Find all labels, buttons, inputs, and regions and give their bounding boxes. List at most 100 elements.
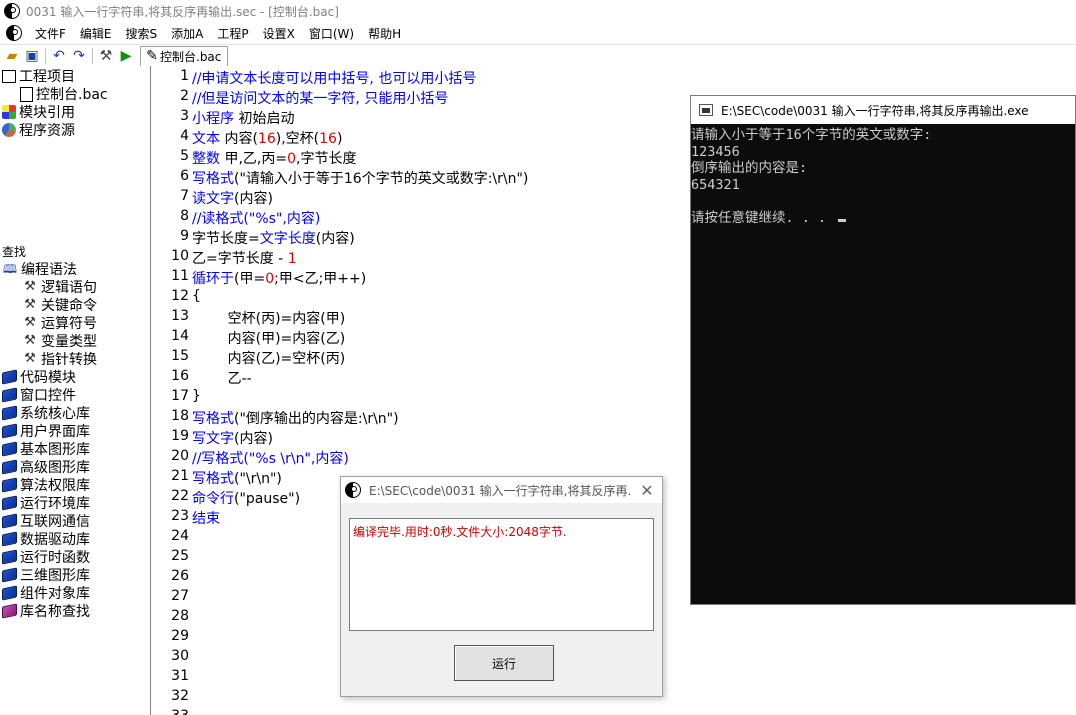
code-line[interactable]: 整数 甲,乙,丙=0,字节长度 xyxy=(192,148,356,168)
code-token: 写格式 xyxy=(192,411,234,427)
code-line[interactable]: 写格式("\r\n") xyxy=(192,468,282,488)
tab-console-bac[interactable]: ✎ 控制台.bac xyxy=(140,45,229,66)
run-icon[interactable]: ▶ xyxy=(116,47,136,65)
code-token: ),空杯( xyxy=(275,131,320,147)
line-number: 10 xyxy=(171,248,189,264)
code-line[interactable]: 内容(甲)=内容(乙) xyxy=(192,328,346,348)
line-number: 8 xyxy=(180,208,189,224)
save-icon[interactable]: ▣ xyxy=(22,47,42,65)
console-line: 654321 xyxy=(691,177,1075,194)
tree-library[interactable]: 运行环境库 xyxy=(2,494,90,512)
tree-library[interactable]: 互联网通信 xyxy=(2,512,90,530)
tree-library[interactable]: 用户界面库 xyxy=(2,422,90,440)
console-icon xyxy=(699,104,713,116)
code-line[interactable]: 写格式("请输入小于等于16个字节的英文或数字:\r\n") xyxy=(192,168,528,188)
code-line[interactable]: //但是访问文本的某一字符, 只能用小括号 xyxy=(192,88,448,108)
code-line[interactable]: 字节长度=文字长度(内容) xyxy=(192,228,355,248)
tree-lib-search[interactable]: 库名称查找 xyxy=(2,602,90,620)
line-number: 33 xyxy=(152,708,189,715)
tree-module-ref[interactable]: 模块引用 xyxy=(2,103,75,121)
code-line[interactable]: 空杯(丙)=内容(甲) xyxy=(192,308,346,328)
tree-library[interactable]: 代码模块 xyxy=(2,368,76,386)
line-number: 3 xyxy=(180,108,189,124)
menu-settings[interactable]: 设置X xyxy=(256,25,302,42)
code-line[interactable]: //读格式("%s",内容) xyxy=(192,208,320,228)
tree-library[interactable]: 组件对象库 xyxy=(2,584,90,602)
code-token: ) xyxy=(336,131,343,147)
tree-library[interactable]: 窗口控件 xyxy=(2,386,76,404)
line-number: 20 xyxy=(171,448,189,464)
tree-syntax[interactable]: 🕮 编程语法 xyxy=(2,260,77,278)
code-line[interactable]: 乙=字节长度 - 1 xyxy=(192,248,297,268)
code-token: //申请文本长度可以用中括号, 也可以用小括号 xyxy=(192,71,477,87)
tree-library[interactable]: 高级图形库 xyxy=(2,458,90,476)
redo-icon[interactable]: ↷ xyxy=(69,47,89,65)
tree-library[interactable]: 算法权限库 xyxy=(2,476,90,494)
tree-library[interactable]: 基本图形库 xyxy=(2,440,90,458)
code-line[interactable]: 命令行("pause") xyxy=(192,488,300,508)
menu-help[interactable]: 帮助H xyxy=(361,25,408,42)
code-line[interactable]: { xyxy=(192,288,201,304)
run-button[interactable]: 运行 xyxy=(454,645,554,681)
project-icon xyxy=(2,69,16,83)
code-line[interactable]: //写格式("%s \r\n",内容) xyxy=(192,448,349,468)
code-token: 读文字 xyxy=(192,191,234,207)
code-token: 内容(乙)=空杯(丙) xyxy=(192,351,346,367)
tab-label: 控制台.bac xyxy=(160,49,222,64)
code-line[interactable]: //申请文本长度可以用中括号, 也可以用小括号 xyxy=(192,68,476,88)
code-token: } xyxy=(192,388,201,404)
code-line[interactable]: 小程序 初始启动 xyxy=(192,108,294,128)
code-token: 0 xyxy=(265,271,275,287)
tree-syntax-child[interactable]: ⚒ 逻辑语句 xyxy=(22,278,97,297)
line-number: 7 xyxy=(180,188,189,204)
tree-library[interactable]: 三维图形库 xyxy=(2,566,90,584)
menu-file[interactable]: 文件F xyxy=(28,25,73,42)
menu-project[interactable]: 工程P xyxy=(210,25,255,42)
menu-window[interactable]: 窗口(W) xyxy=(302,25,361,42)
tree-syntax-child[interactable]: ⚒ 运算符号 xyxy=(22,314,97,333)
code-line[interactable]: 读文字(内容) xyxy=(192,188,273,208)
tree-syntax-child[interactable]: ⚒ 关键命令 xyxy=(22,296,97,315)
dialog-title-bar[interactable]: E:\SEC\code\0031 输入一行字符串,将其反序再... ✕ xyxy=(341,477,662,503)
code-line[interactable]: 内容(乙)=空杯(丙) xyxy=(192,348,346,368)
code-token: 乙-- xyxy=(192,371,252,387)
open-folder-icon[interactable]: ▰ xyxy=(2,47,22,65)
code-line[interactable]: 写文字(内容) xyxy=(192,428,273,448)
system-menu-icon[interactable] xyxy=(6,25,22,41)
run-button-label: 运行 xyxy=(491,656,516,671)
close-icon[interactable]: ✕ xyxy=(632,481,662,500)
line-number: 24 xyxy=(171,528,189,544)
menu-add[interactable]: 添加A xyxy=(164,25,210,42)
book-icon xyxy=(2,477,17,493)
tree-resources[interactable]: 程序资源 xyxy=(2,121,75,139)
menu-edit[interactable]: 编辑E xyxy=(73,25,119,42)
code-line[interactable]: 写格式("倒序输出的内容是:\r\n") xyxy=(192,408,399,428)
line-number: 11 xyxy=(171,268,189,284)
tree-syntax-child[interactable]: ⚒ 变量类型 xyxy=(22,332,97,351)
window-title: 0031 输入一行字符串,将其反序再输出.sec - [控制台.bac] xyxy=(26,4,339,19)
tools-icon[interactable]: ⚒ xyxy=(96,47,116,65)
resources-icon xyxy=(2,123,16,137)
open-book-icon: 🕮 xyxy=(2,262,18,276)
code-line[interactable]: 循环于(甲=0;甲<乙;甲++) xyxy=(192,268,366,288)
code-line[interactable]: 结束 xyxy=(192,508,220,528)
console-window[interactable]: E:\SEC\code\0031 输入一行字符串,将其反序再输出.exe 请输入… xyxy=(690,95,1076,605)
tree-project[interactable]: 工程项目 xyxy=(2,67,75,85)
line-number: 5 xyxy=(180,148,189,164)
tree-library[interactable]: 系统核心库 xyxy=(2,404,90,422)
console-title-bar[interactable]: E:\SEC\code\0031 输入一行字符串,将其反序再输出.exe xyxy=(691,96,1075,124)
console-line-text: 请输入小于等于16个字节的英文或数字: xyxy=(691,127,932,143)
tree-file-console[interactable]: 控制台.bac xyxy=(20,85,108,103)
undo-icon[interactable]: ↶ xyxy=(49,47,69,65)
menu-search[interactable]: 搜索S xyxy=(119,25,165,42)
tree-library[interactable]: 数据驱动库 xyxy=(2,530,90,548)
book-icon xyxy=(2,513,17,529)
tools-icon: ⚒ xyxy=(24,333,36,348)
tree-syntax-child[interactable]: ⚒ 指针转换 xyxy=(22,350,97,369)
tree-library[interactable]: 运行时函数 xyxy=(2,548,90,566)
code-token: 内容(甲)=内容(乙) xyxy=(192,331,346,347)
code-line[interactable]: } xyxy=(192,388,201,404)
line-number: 9 xyxy=(180,228,189,244)
code-line[interactable]: 乙-- xyxy=(192,368,252,388)
code-line[interactable]: 文本 内容(16),空杯(16) xyxy=(192,128,342,148)
